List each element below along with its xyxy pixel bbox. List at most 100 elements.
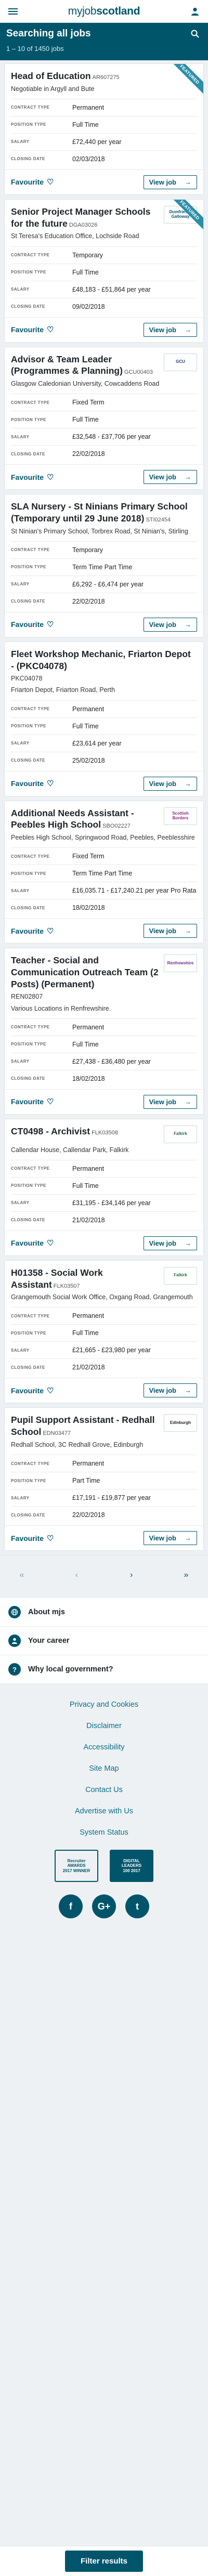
favourite-button[interactable]: Favourite ♡: [11, 1238, 54, 1248]
favourite-button[interactable]: Favourite ♡: [11, 1534, 54, 1543]
job-location: St Ninian's Primary School, Torbrex Road…: [11, 527, 188, 535]
closing-date-label: CLOSING DATE: [11, 1365, 45, 1370]
footer-link-site-map[interactable]: Site Map: [0, 1764, 208, 1773]
closing-date-label: CLOSING DATE: [11, 905, 45, 910]
job-card[interactable]: Fleet Workshop Mechanic, Friarton Depot …: [4, 641, 204, 796]
job-reference: REN02807: [11, 993, 43, 1001]
closing-date-row: CLOSING DATE 22/02/2018: [11, 592, 197, 610]
job-card[interactable]: Pupil Support Assistant - Redhall School…: [4, 1407, 204, 1551]
salary-value: £23,614 per year: [72, 739, 122, 747]
job-title[interactable]: CT0498 - Archivist FLK03508: [11, 1126, 164, 1137]
salary-label: SALARY: [11, 582, 30, 587]
job-title[interactable]: Fleet Workshop Mechanic, Friarton Depot …: [11, 648, 197, 672]
closing-date-row: CLOSING DATE 18/02/2018: [11, 899, 197, 916]
view-job-button[interactable]: View job →: [143, 1383, 197, 1398]
heart-icon: ♡: [47, 1386, 54, 1395]
next-page-button[interactable]: ›: [121, 1566, 142, 1585]
results-summary: 1 – 10 of 1450 jobs: [0, 45, 208, 60]
position-type-label: POSITION TYPE: [11, 724, 46, 728]
why-local-government-link[interactable]: ? Why local government?: [0, 1655, 208, 1684]
job-title[interactable]: Pupil Support Assistant - Redhall School…: [11, 1414, 164, 1438]
closing-date-value: 09/02/2018: [72, 303, 105, 310]
salary-value: £21,665 - £23,980 per year: [72, 1346, 151, 1354]
menu-icon[interactable]: [6, 5, 20, 18]
job-title[interactable]: Additional Needs Assistant - Peebles Hig…: [11, 807, 164, 831]
favourite-label: Favourite: [11, 620, 44, 629]
job-card[interactable]: Advisor & Team Leader (Programmes & Plan…: [4, 346, 204, 490]
footer-link-contact[interactable]: Contact Us: [0, 1786, 208, 1794]
view-job-button[interactable]: View job →: [143, 617, 197, 632]
closing-date-value: 21/02/2018: [72, 1216, 105, 1224]
footer-link-privacy[interactable]: Privacy and Cookies: [0, 1701, 208, 1709]
twitter-icon[interactable]: t: [125, 1894, 149, 1918]
heart-icon: ♡: [47, 178, 54, 187]
closing-date-label: CLOSING DATE: [11, 1218, 45, 1223]
closing-date-row: CLOSING DATE 21/02/2018: [11, 1211, 197, 1228]
user-icon[interactable]: [188, 5, 202, 18]
pagination: « ‹ › »: [0, 1555, 208, 1596]
job-card[interactable]: FEATURED Head of Education AR607275 Negotia…: [4, 63, 204, 195]
footer-link-accessibility[interactable]: Accessibility: [0, 1743, 208, 1751]
your-career-link[interactable]: Your career: [0, 1627, 208, 1655]
view-job-button[interactable]: View job →: [143, 175, 197, 189]
view-job-button[interactable]: View job →: [143, 1236, 197, 1250]
favourite-button[interactable]: Favourite ♡: [11, 1097, 54, 1106]
job-title[interactable]: Senior Project Manager Schools for the f…: [11, 206, 164, 230]
job-card-actions: Favourite ♡ View job →: [5, 611, 203, 637]
position-type-row: POSITION TYPE Full Time: [11, 411, 197, 428]
position-type-row: POSITION TYPE Part Time: [11, 1472, 197, 1489]
view-job-button[interactable]: View job →: [143, 470, 197, 485]
about-mjs-link[interactable]: About mjs: [0, 1598, 208, 1627]
view-job-label: View job: [149, 927, 177, 935]
view-job-button[interactable]: View job →: [143, 322, 197, 337]
favourite-button[interactable]: Favourite ♡: [11, 325, 54, 334]
salary-row: SALARY £6,292 - £6,474 per year: [11, 575, 197, 593]
digital-leaders-badge: DIGITAL LEADERS 100 2017: [110, 1850, 153, 1882]
job-title[interactable]: Advisor & Team Leader (Programmes & Plan…: [11, 354, 164, 377]
position-type-row: POSITION TYPE Full Time: [11, 1035, 197, 1053]
favourite-button[interactable]: Favourite ♡: [11, 926, 54, 936]
favourite-label: Favourite: [11, 1097, 44, 1106]
search-title-bar: Searching all jobs: [0, 23, 208, 45]
job-card[interactable]: Additional Needs Assistant - Peebles Hig…: [4, 800, 204, 944]
favourite-button[interactable]: Favourite ♡: [11, 1386, 54, 1395]
closing-date-label: CLOSING DATE: [11, 451, 45, 456]
job-title[interactable]: SLA Nursery - St Ninians Primary School …: [11, 501, 197, 525]
job-card[interactable]: CT0498 - Archivist FLK03508 Falkirk Callend…: [4, 1118, 204, 1256]
filter-results-button[interactable]: Filter results: [64, 2551, 144, 2572]
job-card[interactable]: SLA Nursery - St Ninians Primary School …: [4, 494, 204, 637]
favourite-button[interactable]: Favourite ♡: [11, 779, 54, 788]
last-page-button[interactable]: »: [176, 1566, 197, 1585]
footer-link-disclaimer[interactable]: Disclaimer: [0, 1722, 208, 1730]
closing-date-label: CLOSING DATE: [11, 758, 45, 763]
google-plus-icon[interactable]: G+: [92, 1894, 116, 1918]
job-title[interactable]: Teacher - Social and Communication Outre…: [11, 954, 164, 990]
site-logo[interactable]: myjobscotland: [68, 5, 140, 18]
view-job-button[interactable]: View job →: [143, 776, 197, 791]
job-card[interactable]: FEATURED Senior Project Manager Schools f…: [4, 199, 204, 343]
position-type-value: Full Time: [72, 416, 99, 424]
job-title[interactable]: H01358 - Social Work Assistant FLK03507: [11, 1267, 164, 1291]
facebook-icon[interactable]: f: [59, 1894, 83, 1918]
view-job-button[interactable]: View job →: [143, 924, 197, 938]
view-job-label: View job: [149, 1534, 177, 1542]
view-job-button[interactable]: View job →: [143, 1531, 197, 1545]
footer-link-advertise[interactable]: Advertise with Us: [0, 1807, 208, 1815]
previous-page-button[interactable]: ‹: [66, 1566, 87, 1585]
favourite-button[interactable]: Favourite ♡: [11, 473, 54, 482]
job-title[interactable]: Head of Education AR607275: [11, 70, 197, 82]
closing-date-value: 18/02/2018: [72, 904, 105, 912]
position-type-value: Term Time Part Time: [72, 870, 133, 878]
search-icon[interactable]: [188, 27, 202, 41]
footer-link-system-status[interactable]: System Status: [0, 1828, 208, 1837]
top-bar: myjobscotland: [0, 0, 208, 23]
view-job-label: View job: [149, 178, 177, 186]
job-card[interactable]: Teacher - Social and Communication Outre…: [4, 948, 204, 1115]
favourite-button[interactable]: Favourite ♡: [11, 620, 54, 629]
favourite-button[interactable]: Favourite ♡: [11, 177, 54, 187]
contract-type-value: Permanent: [72, 1312, 105, 1320]
job-card[interactable]: H01358 - Social Work Assistant FLK03507 Fa…: [4, 1260, 204, 1404]
job-location: Peebles High School, Springwood Road, Pe…: [11, 834, 195, 841]
first-page-button[interactable]: «: [11, 1566, 32, 1585]
view-job-button[interactable]: View job →: [143, 1094, 197, 1109]
